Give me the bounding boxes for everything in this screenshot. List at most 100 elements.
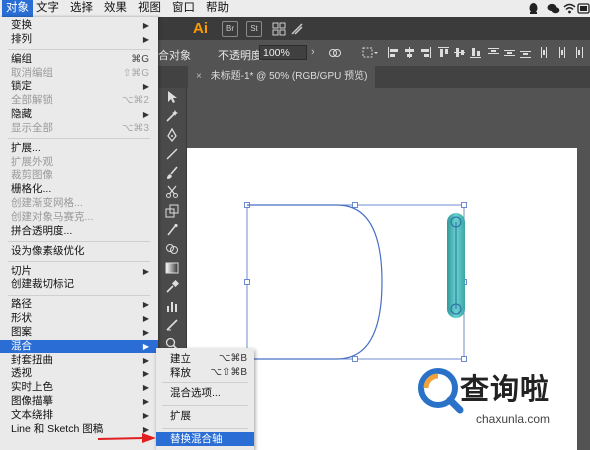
menu-item-14[interactable]: 拼合透明度...	[0, 225, 158, 239]
menu-object[interactable]: 对象	[2, 0, 33, 17]
workspace-grid-icon[interactable]	[272, 22, 286, 36]
menu-effect[interactable]: 效果	[100, 0, 131, 17]
menu-item-5: 全部解锁 ⌥⌘2	[0, 94, 158, 108]
menu-item-6[interactable]: 隐藏 ▶	[0, 108, 158, 122]
menu-item-12: 创建渐变网格...	[0, 197, 158, 211]
submenu-arrow-icon: ▶	[142, 34, 149, 44]
align-middle-icon[interactable]	[454, 47, 465, 58]
submenu-arrow-icon: ▶	[142, 300, 149, 310]
menu-type[interactable]: 文字	[32, 0, 63, 17]
menu-item-21[interactable]: 混合 ▶	[0, 339, 158, 354]
menu-item-label: 设为像素级优化	[11, 244, 85, 257]
submenu-item-2[interactable]: 混合选项...	[156, 386, 254, 400]
distribute-left-icon[interactable]	[540, 47, 551, 58]
align-bottom-icon[interactable]	[470, 47, 481, 58]
scale-tool-icon[interactable]	[165, 204, 179, 218]
menu-item-26[interactable]: 文本绕排 ▶	[0, 409, 158, 423]
submenu-arrow-icon: ▶	[142, 266, 149, 276]
distribute-top-icon[interactable]	[488, 47, 499, 58]
menu-separator	[8, 138, 150, 140]
wifi-icon[interactable]	[563, 2, 576, 15]
watermark: 查询啦 chaxunla.com	[410, 362, 590, 450]
opacity-field[interactable]: 100%	[259, 45, 307, 60]
align-top-icon[interactable]	[438, 47, 449, 58]
menu-item-label: 拼合透明度...	[11, 224, 73, 237]
submenu-item-1[interactable]: 释放 ⌥⇧⌘B	[156, 366, 254, 380]
distribute-bottom-icon[interactable]	[520, 47, 531, 58]
gpu-performance-icon[interactable]	[290, 22, 304, 36]
red-arrow-annotation	[97, 433, 156, 443]
menu-item-11[interactable]: 栅格化...	[0, 183, 158, 197]
opacity-flyout-arrow-icon[interactable]: ›	[311, 46, 315, 58]
illustrator-logo: Ai	[193, 20, 208, 37]
menu-item-22[interactable]: 封套扭曲 ▶	[0, 354, 158, 368]
pen-tool-icon[interactable]	[165, 128, 179, 142]
menu-item-18[interactable]: 路径 ▶	[0, 298, 158, 312]
distribute-right-icon[interactable]	[572, 47, 583, 58]
submenu-item-label: 替换混合轴	[170, 433, 223, 445]
menu-item-label: Line 和 Sketch 图稿	[11, 422, 104, 435]
menu-item-label: 扩展外观	[11, 155, 53, 168]
menu-item-label: 混合	[11, 339, 32, 352]
menu-item-label: 取消编组	[11, 66, 53, 79]
submenu-arrow-icon: ▶	[142, 383, 149, 393]
menu-item-2[interactable]: 编组 ⌘G	[0, 53, 158, 67]
align-right-icon[interactable]	[420, 47, 431, 58]
menu-item-20[interactable]: 图案 ▶	[0, 326, 158, 340]
qq-icon[interactable]	[527, 2, 540, 15]
menu-item-19[interactable]: 形状 ▶	[0, 312, 158, 326]
menu-item-4[interactable]: 锁定 ▶	[0, 80, 158, 94]
menu-item-25[interactable]: 图像描摹 ▶	[0, 395, 158, 409]
line-tool-icon[interactable]	[165, 147, 179, 161]
menu-view[interactable]: 视图	[134, 0, 165, 17]
eyedropper-tool-icon[interactable]	[165, 280, 179, 294]
recolor-icon[interactable]	[328, 46, 342, 60]
shape-builder-tool-icon[interactable]	[165, 242, 179, 256]
menu-item-label: 实时上色	[11, 381, 53, 394]
menu-item-23[interactable]: 透视 ▶	[0, 367, 158, 381]
document-tab-label: 未标题-1* @ 50% (RGB/GPU 预览)	[210, 71, 368, 82]
menu-item-label: 封套扭曲	[11, 353, 53, 366]
menu-item-shortcut: ⌥⌘2	[121, 95, 149, 107]
submenu-item-3[interactable]: 扩展	[156, 409, 254, 423]
stock-icon[interactable]: St	[246, 21, 262, 37]
menu-item-label: 透视	[11, 367, 32, 380]
menu-item-label: 隐藏	[11, 108, 32, 120]
gradient-tool-icon[interactable]	[165, 261, 179, 275]
align-center-icon[interactable]	[404, 47, 415, 58]
distribute-center-icon[interactable]	[556, 47, 567, 58]
menu-window[interactable]: 窗口	[168, 0, 199, 17]
document-tab-bar: × 未标题-1* @ 50% (RGB/GPU 预览)	[158, 66, 590, 88]
submenu-item-4[interactable]: 替换混合轴	[156, 432, 254, 446]
menu-item-shortcut: ⌘G	[131, 53, 149, 65]
bar-graph-tool-icon[interactable]	[165, 299, 179, 313]
menu-item-0[interactable]: 变换 ▶	[0, 19, 158, 33]
align-to-selection-icon[interactable]	[362, 46, 378, 60]
align-left-icon[interactable]	[388, 47, 399, 58]
slice-tool-icon[interactable]	[165, 318, 179, 332]
document-tab[interactable]: × 未标题-1* @ 50% (RGB/GPU 预览)	[188, 66, 376, 88]
menu-item-8[interactable]: 扩展...	[0, 142, 158, 156]
puppet-warp-tool-icon[interactable]	[165, 223, 179, 237]
submenu-arrow-icon: ▶	[142, 328, 149, 337]
submenu-arrow-icon: ▶	[142, 110, 149, 119]
menu-item-15[interactable]: 设为像素级优化	[0, 245, 158, 259]
search-logo-icon	[418, 368, 464, 414]
menu-item-24[interactable]: 实时上色 ▶	[0, 381, 158, 395]
menu-item-1[interactable]: 排列 ▶	[0, 33, 158, 47]
scissors-tool-icon[interactable]	[165, 185, 179, 199]
distribute-middle-icon[interactable]	[504, 47, 515, 58]
magic-wand-tool-icon[interactable]	[165, 109, 179, 123]
paintbrush-tool-icon[interactable]	[165, 166, 179, 180]
wechat-icon[interactable]	[547, 2, 560, 15]
menu-item-17[interactable]: 创建裁切标记	[0, 278, 158, 292]
selection-tool-icon[interactable]	[165, 90, 179, 104]
app-icon[interactable]	[577, 2, 590, 15]
submenu-item-0[interactable]: 建立 ⌥⌘B	[156, 352, 254, 366]
bridge-icon[interactable]: Br	[222, 21, 238, 37]
menu-help[interactable]: 帮助	[202, 0, 233, 17]
menu-select[interactable]: 选择	[66, 0, 97, 17]
menu-item-16[interactable]: 切片 ▶	[0, 265, 158, 279]
close-tab-icon[interactable]: ×	[196, 71, 202, 82]
menu-item-shortcut: ⌥⌘3	[121, 122, 149, 134]
